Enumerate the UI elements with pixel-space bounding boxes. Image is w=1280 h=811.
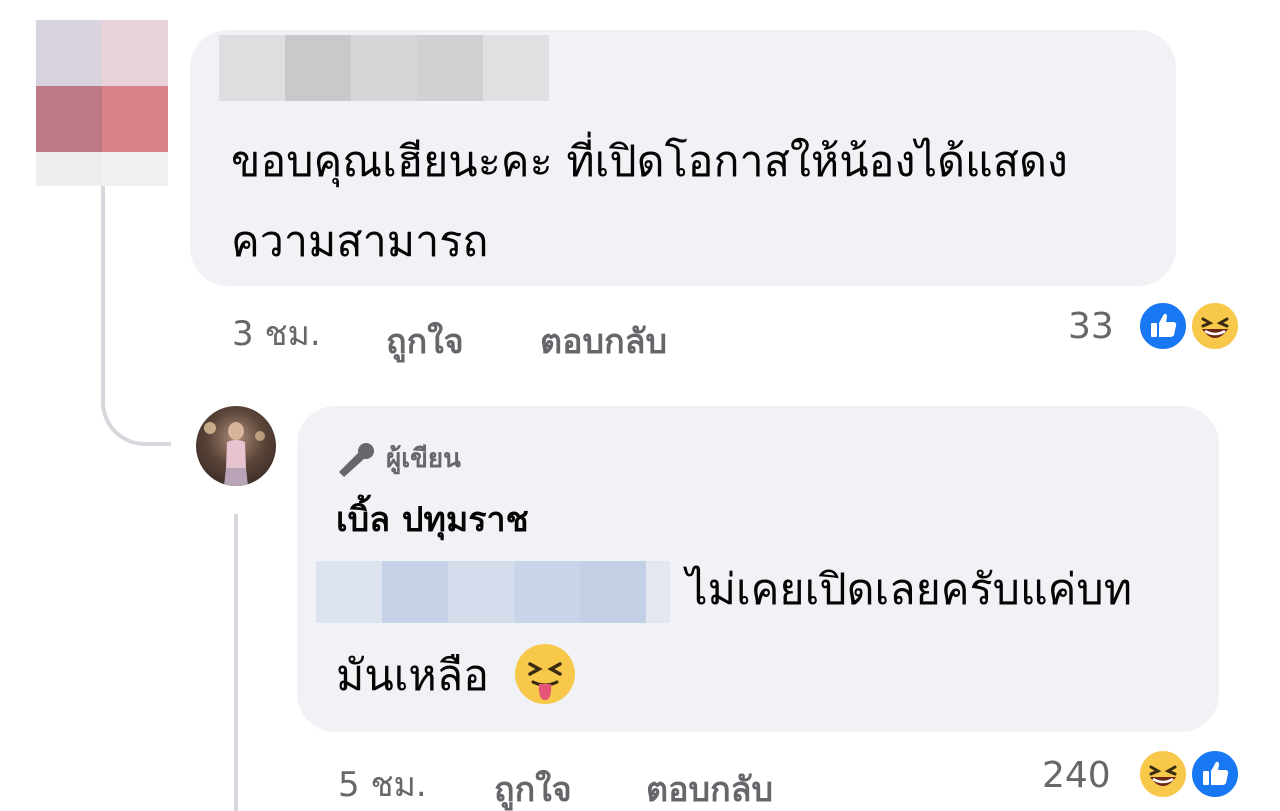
reaction-count[interactable]: 33 [1068,306,1114,347]
author-badge: ผู้เขียน [336,438,461,479]
microphone-icon [339,442,374,477]
reply-text-continued: มันเหลือ [336,651,489,701]
reply-like-button[interactable]: ถูกใจ [494,762,572,811]
comment-time[interactable]: 3 ชม. [232,306,321,360]
commenter-avatar-blurred[interactable] [36,20,168,186]
squinting-face-with-tongue-icon [515,644,575,704]
haha-icon [1137,748,1189,800]
reply-reaction-count[interactable]: 240 [1042,755,1111,796]
like-icon [1137,300,1189,352]
reply-time[interactable]: 5 ชม. [338,757,427,811]
like-button[interactable]: ถูกใจ [386,314,464,368]
author-name[interactable]: เบิ้ล ปทุมราช [336,492,529,546]
author-avatar[interactable] [196,406,276,486]
reply-text: ไม่เคยเปิดเลยครับแค่บท [686,565,1133,615]
comment-text: ขอบคุณเฮียนะคะ ที่เปิดโอกาสให้น้องได้แสด… [231,137,1068,267]
reply-button[interactable]: ตอบกลับ [540,314,667,368]
comment-thread: ขอบคุณเฮียนะคะ ที่เปิดโอกาสให้น้องได้แสด… [0,0,1280,811]
haha-icon [1189,300,1241,352]
thread-connector-curve [101,340,171,446]
like-icon [1189,748,1241,800]
mention-blurred[interactable] [316,561,670,623]
reply-reply-button[interactable]: ตอบกลับ [646,762,773,811]
commenter-name-blurred[interactable] [219,35,549,101]
reply-connector [234,514,238,811]
